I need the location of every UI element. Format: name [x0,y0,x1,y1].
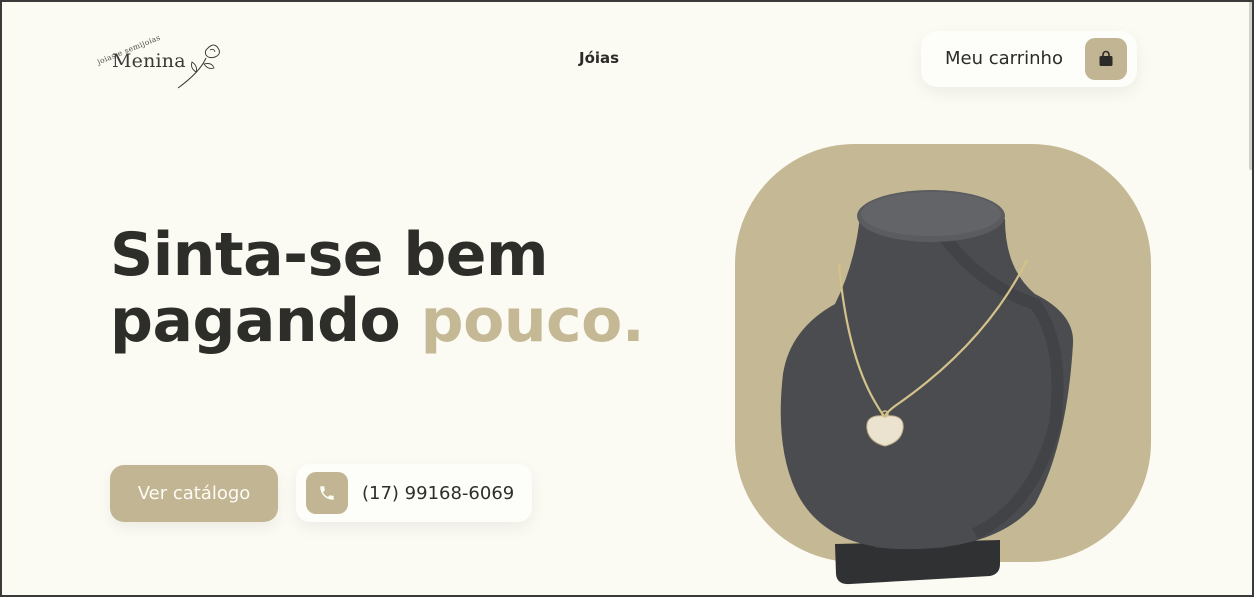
shopping-bag-icon [1085,38,1127,80]
view-catalog-button[interactable]: Ver catálogo [110,465,278,522]
nav-joias-link[interactable]: Jóias [579,49,619,67]
logo[interactable]: joias e semijoias Menina [96,30,226,90]
hero-title-accent: pouco. [420,286,645,356]
flower-icon [177,44,220,89]
scrollbar-thumb[interactable] [1249,0,1253,170]
phone-contact-button[interactable]: (17) 99168-6069 [296,464,532,522]
hero-title-line1: Sinta-se bem [110,220,549,290]
cart-label: Meu carrinho [945,48,1063,69]
hero-title-line2: pagando [110,286,401,356]
necklace-on-bust-image [780,190,1074,585]
phone-number: (17) 99168-6069 [362,483,515,504]
hero-title: Sinta-se bem pagando pouco. [110,220,645,356]
phone-icon [306,472,348,514]
cart-button[interactable]: Meu carrinho [921,31,1137,87]
